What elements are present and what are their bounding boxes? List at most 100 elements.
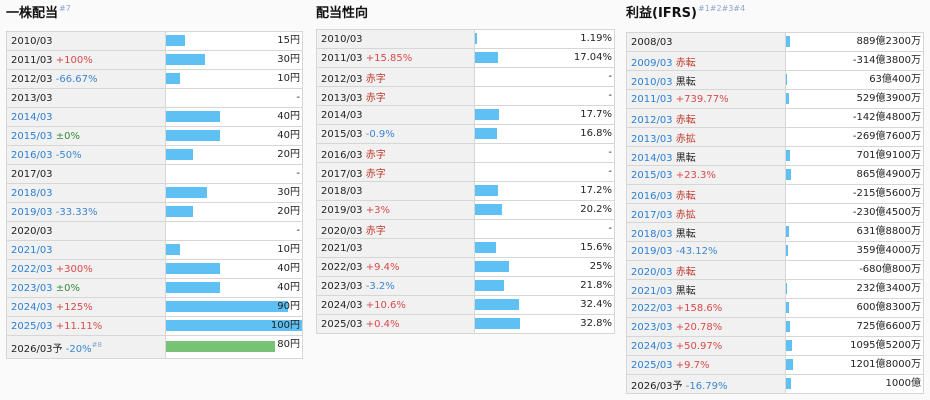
payout-row: 2016/03 赤字 -	[316, 143, 615, 163]
payout-bar-cell: 32.4%	[474, 295, 615, 315]
dividend-title-text: 一株配当	[6, 6, 59, 21]
dividend-bar	[166, 73, 180, 84]
dividend-row: 2020/03 -	[6, 221, 303, 241]
profit-row: 2017/03 赤拡 -230億4500万	[626, 203, 924, 223]
payout-bar-cell: 16.8%	[474, 124, 615, 144]
dividend-year-cell: 2019/03 -33.33%	[6, 202, 166, 222]
dividend-year-cell: 2017/03	[6, 164, 166, 184]
profit-year[interactable]: 2019/03	[631, 246, 673, 257]
profit-year[interactable]: 2011/03	[631, 94, 673, 105]
profit-year-cell: 2011/03 +739.77%	[626, 89, 786, 109]
profit-bar-cell: 631億8800万	[785, 222, 924, 242]
dividend-year[interactable]: 2018/03	[11, 188, 53, 199]
profit-year-cell: 2020/03 赤転	[626, 260, 786, 280]
profit-row: 2013/03 赤拡 -269億7600万	[626, 127, 924, 147]
payout-year-cell: 2015/03 -0.9%	[316, 124, 475, 144]
dividend-year[interactable]: 2019/03	[11, 207, 53, 218]
payout-value: 17.2%	[580, 185, 612, 196]
profit-bar	[786, 245, 789, 256]
dividend-row: 2017/03 -	[6, 164, 303, 184]
profit-year[interactable]: 2010/03	[631, 77, 673, 88]
profit-value: 889億2300万	[856, 36, 921, 47]
profit-year-cell: 2009/03 赤転	[626, 51, 786, 71]
profit-year[interactable]: 2013/03	[631, 134, 673, 145]
profit-bar-cell: 865億4900万	[785, 165, 924, 185]
dividend-table: 2010/03 15円 2011/03 +100% 30円 2012/03 -66.67…	[6, 31, 303, 359]
payout-bar-cell: 15.6%	[474, 238, 615, 258]
profit-year[interactable]: 2024/03	[631, 341, 673, 352]
dividend-year: 2026/03予	[11, 343, 63, 355]
profit-year[interactable]: 2017/03	[631, 210, 673, 221]
profit-row: 2020/03 赤転 -680億800万	[626, 260, 924, 280]
payout-change: 赤字	[365, 92, 386, 104]
payout-bar-cell: -	[474, 143, 615, 163]
dividend-bar	[166, 341, 275, 352]
payout-row: 2022/03 +9.4% 25%	[316, 257, 615, 277]
dividend-year-cell: 2012/03 -66.67%	[6, 69, 166, 89]
payout-row: 2011/03 +15.85% 17.04%	[316, 48, 615, 68]
dividend-title-note[interactable]: #7	[59, 4, 71, 13]
dividend-year[interactable]: 2016/03	[11, 150, 53, 161]
dividend-year: 2013/03	[11, 92, 53, 104]
profit-bar-cell: 529億3900万	[785, 89, 924, 109]
dividend-bar-cell: 90円	[165, 297, 303, 317]
profit-year[interactable]: 2012/03	[631, 115, 673, 126]
dividend-bar-cell: -	[165, 164, 303, 184]
profit-year-cell: 2025/03 +9.7%	[626, 355, 786, 375]
payout-year-cell: 2025/03 +0.4%	[316, 314, 475, 334]
profit-year[interactable]: 2016/03	[631, 191, 673, 202]
dividend-bar	[166, 244, 180, 255]
profit-bar-cell: 232億3400万	[785, 279, 924, 299]
profit-row: 2025/03 +9.7% 1201億8000万	[626, 355, 924, 375]
payout-title: 配当性向	[316, 2, 368, 21]
payout-bar-cell: 25%	[474, 257, 615, 277]
profit-change: 黒転	[675, 76, 696, 88]
dividend-year[interactable]: 2023/03	[11, 283, 53, 294]
profit-year[interactable]: 2015/03	[631, 170, 673, 181]
dividend-year[interactable]: 2025/03	[11, 321, 53, 332]
profit-year[interactable]: 2009/03	[631, 58, 673, 69]
profit-row: 2019/03 -43.12% 359億4000万	[626, 241, 924, 261]
profit-year[interactable]: 2020/03	[631, 267, 673, 278]
dividend-row: 2012/03 -66.67% 10円	[6, 69, 303, 89]
payout-row: 2012/03 赤字 -	[316, 67, 615, 87]
dividend-change-note[interactable]: #8	[92, 341, 102, 349]
payout-row: 2025/03 +0.4% 32.8%	[316, 314, 615, 334]
profit-year[interactable]: 2023/03	[631, 322, 673, 333]
payout-row: 2019/03 +3% 20.2%	[316, 200, 615, 220]
profit-year[interactable]: 2014/03	[631, 153, 673, 164]
payout-year-cell: 2018/03	[316, 181, 475, 201]
profit-title-note[interactable]: #1#2#3#4	[698, 4, 745, 13]
dividend-year[interactable]: 2021/03	[11, 245, 53, 256]
profit-year[interactable]: 2022/03	[631, 303, 673, 314]
dividend-year-cell: 2015/03 ±0%	[6, 126, 166, 146]
profit-year[interactable]: 2021/03	[631, 286, 673, 297]
payout-bar-cell: 32.8%	[474, 314, 615, 334]
payout-value: -	[608, 90, 612, 101]
payout-value: 32.8%	[580, 318, 612, 329]
payout-change: -3.2%	[365, 280, 395, 292]
profit-row: 2016/03 赤転 -215億5600万	[626, 184, 924, 204]
profit-value: 359億4000万	[856, 245, 921, 256]
profit-panel: 利益(IFRS)#1#2#3#4 2008/03 889億2300万 2009/03…	[626, 0, 926, 400]
dividend-row: 2018/03 30円	[6, 183, 303, 203]
profit-year-cell: 2022/03 +158.6%	[626, 298, 786, 318]
dividend-year-cell: 2014/03	[6, 107, 166, 127]
profit-row: 2022/03 +158.6% 600億8300万	[626, 298, 924, 318]
profit-year-cell: 2026/03予 -16.79%	[626, 374, 786, 394]
dividend-year[interactable]: 2014/03	[11, 112, 53, 123]
dividend-year[interactable]: 2022/03	[11, 264, 53, 275]
dividend-row: 2025/03 +11.11% 100円	[6, 316, 303, 336]
profit-year[interactable]: 2018/03	[631, 229, 673, 240]
profit-row: 2021/03 黒転 232億3400万	[626, 279, 924, 299]
profit-value: 701億9100万	[856, 150, 921, 161]
dividend-bar-cell: 30円	[165, 183, 303, 203]
profit-year[interactable]: 2025/03	[631, 360, 673, 371]
profit-change: 赤転	[675, 266, 696, 278]
dividend-year[interactable]: 2015/03	[11, 131, 53, 142]
dividend-value: 80円	[277, 339, 300, 350]
dividend-row: 2011/03 +100% 30円	[6, 50, 303, 70]
dividend-value: 30円	[277, 54, 300, 65]
dividend-year[interactable]: 2024/03	[11, 302, 53, 313]
profit-row: 2024/03 +50.97% 1095億5200万	[626, 336, 924, 356]
